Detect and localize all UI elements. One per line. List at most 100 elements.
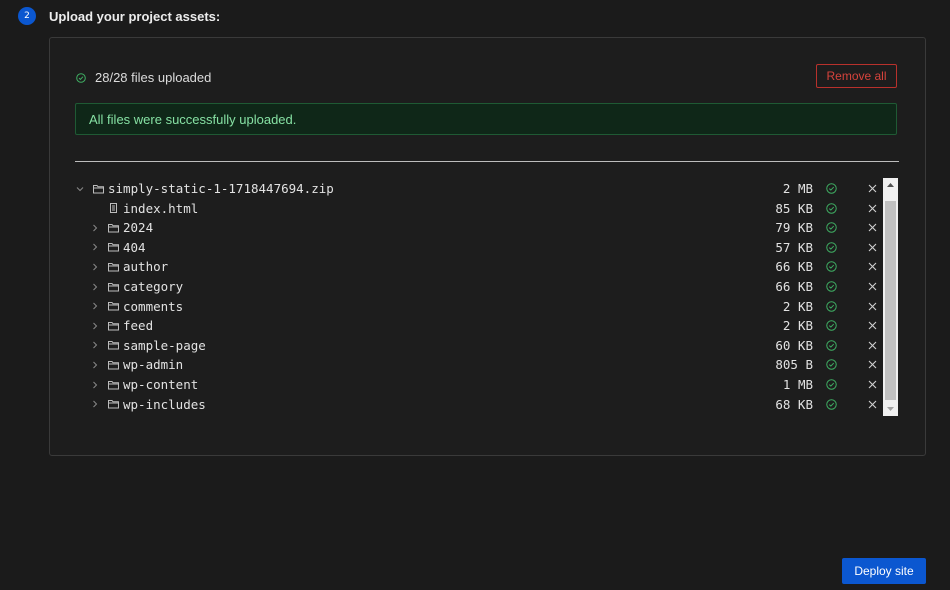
folder-icon	[108, 302, 119, 311]
close-icon[interactable]	[868, 204, 877, 213]
upload-status: 28/28 files uploaded	[76, 70, 211, 85]
step-title: Upload your project assets:	[49, 8, 221, 24]
chevron-right-icon[interactable]	[91, 341, 99, 349]
item-name: wp-includes	[123, 396, 206, 412]
arrow-up-icon	[887, 183, 894, 187]
success-message: All files were successfully uploaded.	[89, 111, 297, 127]
upload-status-text: 28/28 files uploaded	[95, 70, 212, 85]
chevron-down-icon[interactable]	[76, 185, 84, 193]
item-size: 1 MB	[782, 377, 813, 392]
chevron-right-icon[interactable]	[91, 224, 99, 232]
chevron-right-icon[interactable]	[91, 243, 99, 251]
item-name: comments	[123, 298, 184, 314]
arrow-down-icon	[887, 407, 894, 411]
check-circle-icon	[76, 72, 86, 83]
item-size: 66 KB	[775, 279, 813, 294]
close-icon[interactable]	[868, 223, 877, 232]
item-size: 57 KB	[775, 239, 813, 255]
folder-icon	[108, 321, 119, 331]
close-icon[interactable]	[868, 243, 877, 252]
close-icon[interactable]	[868, 400, 877, 409]
folder-icon	[108, 243, 119, 252]
item-name: wp-content	[123, 377, 199, 392]
file-tree-scrollbar[interactable]	[883, 178, 898, 416]
folder-row[interactable]: 404 57 KB	[75, 238, 883, 257]
item-size: 2 KB	[782, 318, 813, 334]
file-tree: simply-static-1-1718447694.zip 2 MB index.…	[75, 179, 883, 417]
folder-row[interactable]: wp-includes 68 KB	[75, 395, 883, 414]
chevron-right-icon[interactable]	[91, 283, 99, 291]
item-name: 2024	[123, 220, 154, 236]
divider	[75, 161, 899, 162]
folder-row[interactable]: 2024 79 KB	[75, 218, 883, 237]
chevron-right-icon[interactable]	[91, 361, 99, 369]
item-name: 404	[123, 239, 146, 255]
folder-row[interactable]: wp-admin 805 B	[75, 355, 883, 374]
close-icon[interactable]	[868, 302, 877, 311]
item-name: wp-admin	[123, 357, 184, 373]
item-size: 2 KB	[782, 298, 813, 314]
folder-row[interactable]: sample-page 60 KB	[75, 336, 883, 355]
item-size: 79 KB	[775, 220, 813, 236]
item-name: author	[123, 259, 169, 275]
item-size: 2 MB	[782, 181, 813, 196]
step-number-badge: 2	[18, 7, 36, 25]
check-circle-icon	[826, 202, 837, 214]
close-icon[interactable]	[868, 282, 877, 291]
item-size: 85 KB	[775, 200, 813, 216]
close-icon[interactable]	[868, 341, 877, 350]
item-size: 66 KB	[775, 259, 813, 275]
item-name: simply-static-1-1718447694.zip	[108, 181, 334, 196]
scroll-down-arrow[interactable]	[883, 402, 898, 416]
file-row[interactable]: index.html 85 KB	[75, 199, 883, 218]
folder-icon	[93, 184, 104, 193]
close-icon[interactable]	[868, 360, 877, 369]
file-icon	[110, 203, 117, 214]
check-circle-icon	[826, 379, 837, 390]
item-name: index.html	[123, 200, 199, 216]
close-icon[interactable]	[868, 321, 877, 330]
folder-row[interactable]: wp-content 1 MB	[75, 375, 883, 394]
item-name: category	[123, 279, 184, 294]
success-alert: All files were successfully uploaded.	[75, 103, 897, 135]
folder-icon	[108, 360, 119, 370]
upload-panel: 28/28 files uploaded Remove all All file…	[49, 37, 926, 456]
folder-icon	[108, 262, 119, 272]
item-size: 60 KB	[775, 337, 813, 353]
check-circle-icon	[826, 222, 837, 233]
chevron-right-icon[interactable]	[91, 263, 99, 271]
step-header: 2 Upload your project assets:	[18, 7, 220, 25]
close-icon[interactable]	[868, 184, 877, 193]
folder-row[interactable]: comments 2 KB	[75, 297, 883, 316]
folder-row[interactable]: simply-static-1-1718447694.zip 2 MB	[75, 179, 883, 198]
scroll-thumb[interactable]	[885, 201, 896, 400]
check-circle-icon	[826, 281, 837, 292]
check-circle-icon	[826, 261, 837, 273]
item-name: feed	[123, 318, 154, 334]
folder-icon	[108, 380, 119, 389]
folder-row[interactable]: feed 2 KB	[75, 316, 883, 335]
deploy-site-button[interactable]: Deploy site	[842, 558, 926, 584]
close-icon[interactable]	[868, 380, 877, 389]
remove-all-button[interactable]: Remove all	[816, 64, 897, 88]
item-size: 68 KB	[775, 396, 813, 412]
check-circle-icon	[826, 300, 837, 312]
folder-row[interactable]: author 66 KB	[75, 257, 883, 276]
folder-icon	[108, 223, 119, 233]
check-circle-icon	[826, 359, 837, 371]
folder-icon	[108, 341, 119, 350]
item-size: 805 B	[775, 357, 813, 373]
check-circle-icon	[826, 242, 837, 253]
scroll-up-arrow[interactable]	[883, 178, 898, 192]
check-circle-icon	[826, 398, 837, 410]
item-name: sample-page	[123, 337, 206, 353]
chevron-right-icon[interactable]	[91, 322, 99, 330]
folder-icon	[108, 282, 119, 291]
folder-row[interactable]: category 66 KB	[75, 277, 883, 296]
close-icon[interactable]	[868, 262, 877, 271]
chevron-right-icon[interactable]	[91, 302, 99, 310]
check-circle-icon	[826, 320, 837, 331]
folder-icon	[108, 400, 119, 409]
chevron-right-icon[interactable]	[91, 400, 99, 408]
chevron-right-icon[interactable]	[91, 381, 99, 389]
